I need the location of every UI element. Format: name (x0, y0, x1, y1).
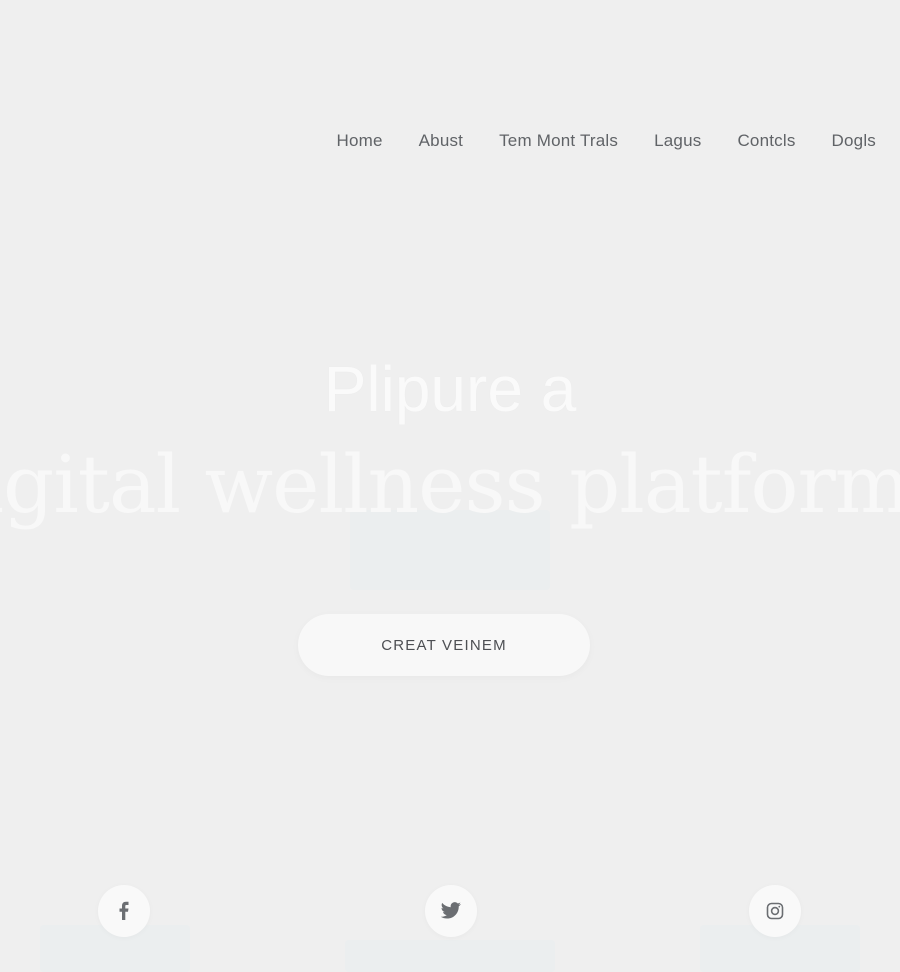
twitter-link[interactable] (425, 885, 477, 937)
hero-section: Plipure a igital wellness platform (0, 345, 900, 531)
nav-item-dogls[interactable]: Dogls (832, 131, 876, 151)
facebook-link[interactable] (98, 885, 150, 937)
nav-item-home[interactable]: Home (336, 131, 382, 151)
cta-button[interactable]: CREAT VEINEM (298, 614, 590, 676)
facebook-icon (117, 901, 131, 921)
instagram-link[interactable] (749, 885, 801, 937)
instagram-icon (766, 902, 784, 920)
nav-item-lagus[interactable]: Lagus (654, 131, 701, 151)
nav-item-about[interactable]: Abust (419, 131, 463, 151)
twitter-icon (440, 902, 462, 920)
nav-item-contacts[interactable]: Contcls (737, 131, 795, 151)
background-shape (345, 940, 555, 972)
nav-item-tem-mont-trals[interactable]: Tem Mont Trals (499, 131, 618, 151)
hero-title-line2: igital wellness platform (0, 438, 900, 531)
main-nav: Home Abust Tem Mont Trals Lagus Contcls … (336, 131, 876, 151)
hero-title-line1: Plipure a (323, 353, 577, 425)
